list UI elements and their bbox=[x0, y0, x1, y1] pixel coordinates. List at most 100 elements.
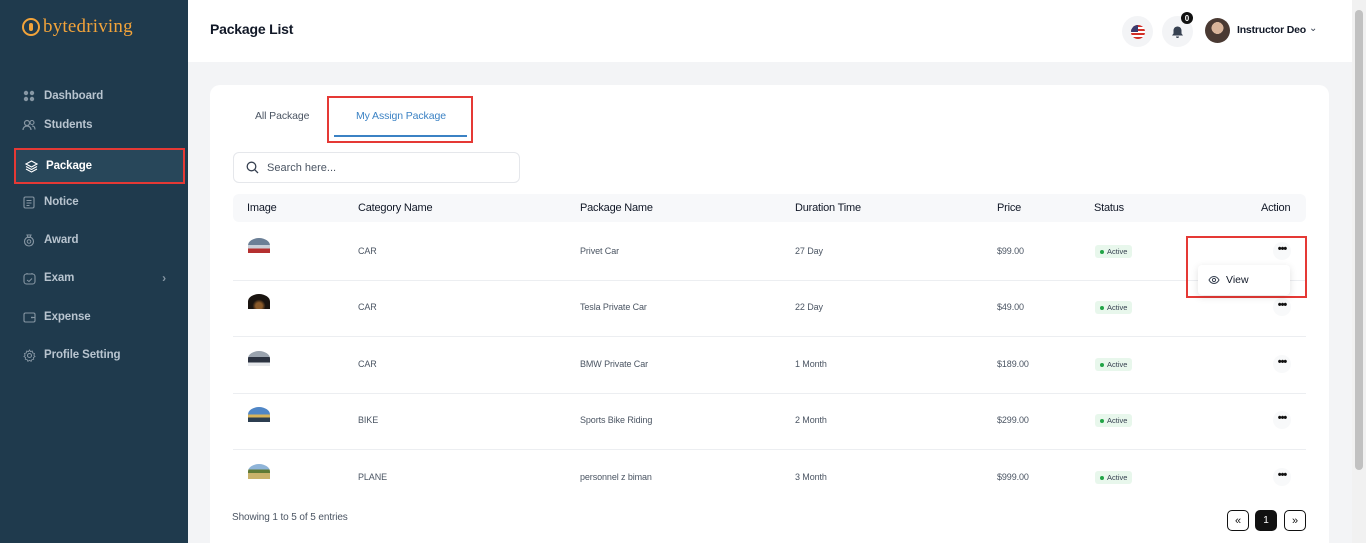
status-dot bbox=[1100, 418, 1104, 423]
column-header-status: Status bbox=[1094, 202, 1124, 214]
column-header-category-name: Category Name bbox=[358, 202, 433, 214]
column-header-image: Image bbox=[247, 202, 277, 214]
award-icon bbox=[22, 233, 36, 247]
duration-time: 3 Month bbox=[795, 472, 827, 482]
user-name[interactable]: Instructor Deo bbox=[1237, 24, 1306, 36]
gear-icon bbox=[22, 348, 36, 362]
view-menu-item[interactable]: View bbox=[1226, 274, 1249, 286]
package-thumbnail bbox=[248, 464, 270, 479]
package-thumbnail bbox=[248, 351, 270, 366]
price: $299.00 bbox=[997, 415, 1029, 425]
pagination-page-1[interactable]: 1 bbox=[1255, 510, 1277, 531]
sidebar-item-students[interactable]: Students bbox=[14, 107, 184, 143]
active-tab-indicator bbox=[334, 135, 467, 137]
price: $189.00 bbox=[997, 359, 1029, 369]
row-action-button[interactable]: ••• bbox=[1273, 468, 1291, 486]
users-icon bbox=[22, 118, 36, 132]
action-dropdown-menu: View bbox=[1198, 265, 1290, 295]
status-badge: Active bbox=[1095, 245, 1133, 258]
status-label: Active bbox=[1107, 360, 1128, 369]
table-row: CAR Privet Car 27 Day $99.00 Active ••• bbox=[233, 225, 1306, 281]
notification-button[interactable]: 0 bbox=[1162, 12, 1193, 47]
scrollbar-thumb[interactable] bbox=[1355, 10, 1363, 470]
pagination-prev-button[interactable]: « bbox=[1227, 510, 1249, 531]
status-badge: Active bbox=[1095, 471, 1133, 484]
page-title: Package List bbox=[210, 21, 294, 37]
status-label: Active bbox=[1107, 303, 1128, 312]
package-list-card: All Package My Assign Package Image Cate… bbox=[210, 85, 1329, 543]
status-dot bbox=[1100, 305, 1104, 310]
page-scrollbar[interactable] bbox=[1352, 0, 1366, 543]
layers-icon bbox=[24, 159, 38, 173]
package-thumbnail bbox=[248, 238, 270, 253]
status-dot bbox=[1100, 475, 1104, 480]
bell-icon bbox=[1172, 26, 1183, 38]
status-label: Active bbox=[1107, 416, 1128, 425]
sidebar-item-package[interactable]: Package bbox=[14, 148, 185, 184]
status-badge: Active bbox=[1095, 301, 1133, 314]
table-row: CAR BMW Private Car 1 Month $189.00 Acti… bbox=[233, 338, 1306, 394]
entries-info: Showing 1 to 5 of 5 entries bbox=[232, 512, 348, 523]
sidebar-item-label: Award bbox=[44, 234, 79, 246]
sidebar-item-label: Profile Setting bbox=[44, 349, 121, 361]
sidebar-item-award[interactable]: Award bbox=[14, 222, 184, 258]
sidebar-item-profile-setting[interactable]: Profile Setting bbox=[14, 337, 184, 373]
sidebar-item-exam[interactable]: Exam › bbox=[14, 260, 184, 296]
column-header-duration-time: Duration Time bbox=[795, 202, 861, 214]
search-input[interactable] bbox=[267, 161, 507, 174]
notification-count-badge: 0 bbox=[1181, 12, 1193, 24]
sidebar-item-label: Expense bbox=[44, 311, 91, 323]
package-name: Sports Bike Riding bbox=[580, 415, 653, 425]
sidebar-item-expense[interactable]: Expense bbox=[14, 299, 184, 335]
category-name: CAR bbox=[358, 302, 377, 312]
table-header: Image Category Name Package Name Duratio… bbox=[233, 194, 1306, 222]
sidebar-item-notice[interactable]: Notice bbox=[14, 184, 184, 220]
brand-logo[interactable]: bytedriving bbox=[22, 16, 133, 38]
top-header: Package List 0 Instructor Deo ⌄ bbox=[188, 0, 1352, 62]
search-icon bbox=[246, 161, 259, 174]
package-thumbnail bbox=[248, 294, 270, 309]
duration-time: 27 Day bbox=[795, 246, 823, 256]
status-label: Active bbox=[1107, 247, 1128, 256]
chevron-down-icon[interactable]: ⌄ bbox=[1309, 23, 1317, 34]
category-name: BIKE bbox=[358, 415, 379, 425]
sidebar-item-label: Exam bbox=[44, 272, 75, 284]
status-dot bbox=[1100, 362, 1104, 367]
sidebar-item-label: Notice bbox=[44, 196, 79, 208]
status-badge: Active bbox=[1095, 358, 1133, 371]
table-row: PLANE personnel z biman 3 Month $999.00 … bbox=[233, 451, 1306, 507]
pagination-next-button[interactable]: » bbox=[1284, 510, 1306, 531]
column-header-price: Price bbox=[997, 202, 1022, 214]
status-badge: Active bbox=[1095, 414, 1133, 427]
grid-icon bbox=[22, 89, 36, 103]
sidebar-item-label: Students bbox=[44, 119, 93, 131]
document-icon bbox=[22, 195, 36, 209]
duration-time: 1 Month bbox=[795, 359, 827, 369]
package-name: BMW Private Car bbox=[580, 359, 649, 369]
package-name: Privet Car bbox=[580, 246, 620, 256]
user-avatar[interactable] bbox=[1205, 18, 1230, 43]
tab-all-package[interactable]: All Package bbox=[255, 110, 309, 122]
steering-wheel-icon bbox=[22, 18, 40, 36]
search-box[interactable] bbox=[233, 152, 520, 183]
exam-icon bbox=[22, 271, 36, 285]
column-header-action: Action bbox=[1261, 202, 1291, 214]
duration-time: 2 Month bbox=[795, 415, 827, 425]
price: $99.00 bbox=[997, 246, 1024, 256]
eye-icon bbox=[1208, 275, 1220, 285]
language-button[interactable] bbox=[1122, 16, 1153, 47]
category-name: CAR bbox=[358, 359, 377, 369]
package-thumbnail bbox=[248, 407, 270, 422]
sidebar-item-label: Package bbox=[46, 160, 92, 172]
status-label: Active bbox=[1107, 473, 1128, 482]
row-action-button[interactable]: ••• bbox=[1273, 298, 1291, 316]
status-dot bbox=[1100, 249, 1104, 254]
table-row: CAR Tesla Private Car 22 Day $49.00 Acti… bbox=[233, 281, 1306, 337]
sidebar-item-label: Dashboard bbox=[44, 90, 104, 102]
tab-my-assign-package[interactable]: My Assign Package bbox=[356, 110, 446, 122]
sidebar: bytedriving Dashboard Students Package N… bbox=[0, 0, 188, 543]
row-action-button[interactable]: ••• bbox=[1273, 411, 1291, 429]
row-action-button[interactable]: ••• bbox=[1273, 355, 1291, 373]
price: $999.00 bbox=[997, 472, 1029, 482]
us-flag-icon bbox=[1130, 24, 1145, 39]
